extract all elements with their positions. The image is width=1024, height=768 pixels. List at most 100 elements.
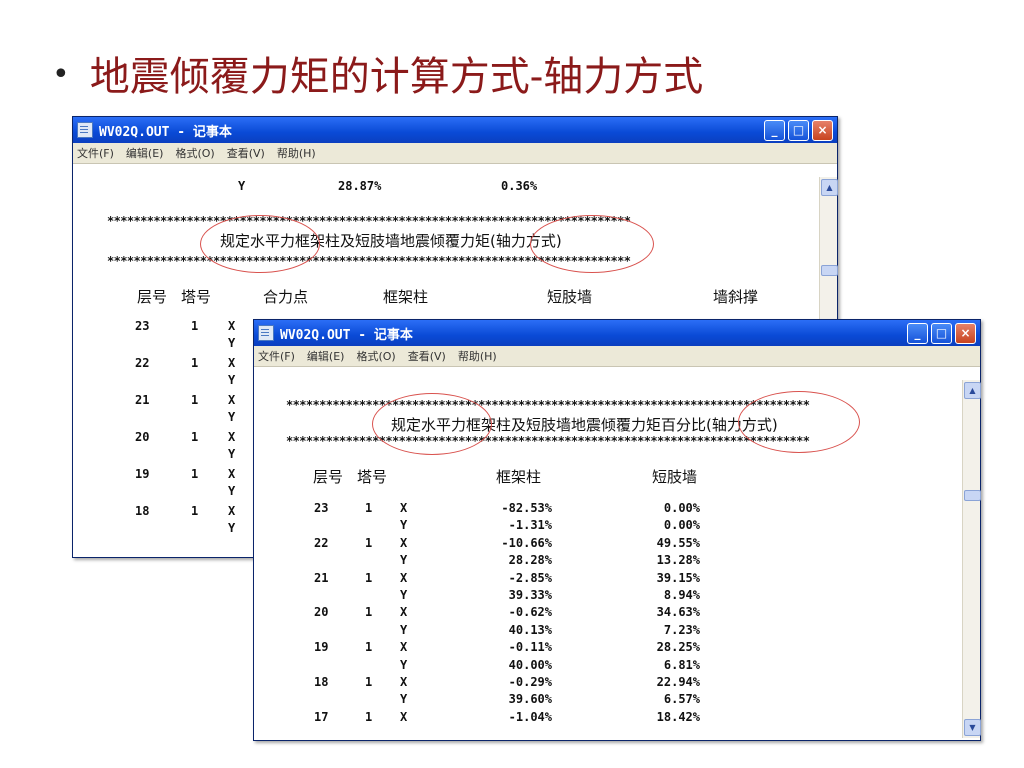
close-button[interactable]: × bbox=[812, 119, 833, 141]
notepad-icon bbox=[77, 122, 93, 138]
menu-file[interactable]: 文件(F) bbox=[77, 145, 114, 161]
row-tower: 1 bbox=[191, 319, 199, 333]
row-frame-value: -1.31% bbox=[508, 518, 552, 533]
row-dir-x: X bbox=[228, 504, 236, 518]
annotation-oval bbox=[738, 391, 860, 453]
row-tower: 1 bbox=[365, 605, 373, 620]
menu-bar: 文件(F) 编辑(E) 格式(O) 查看(V) 帮助(H) bbox=[73, 143, 837, 164]
row-floor: 22 bbox=[135, 356, 150, 370]
col-frame: 框架柱 bbox=[383, 288, 429, 306]
scroll-up-button[interactable]: ▲ bbox=[821, 179, 838, 196]
col-floor: 层号 bbox=[137, 288, 168, 306]
row-dir: Y bbox=[400, 657, 408, 672]
notepad-icon bbox=[258, 325, 274, 341]
minimize-button[interactable]: _ bbox=[907, 322, 928, 344]
row-floor: 19 bbox=[135, 467, 150, 481]
close-button[interactable]: × bbox=[955, 322, 976, 344]
col-wallbrace: 墙斜撑 bbox=[713, 288, 759, 306]
scroll-up-button[interactable]: ▲ bbox=[964, 382, 981, 399]
row-frame-value: -2.85% bbox=[508, 570, 552, 585]
row-floor: 20 bbox=[135, 430, 150, 444]
row-dir: Y bbox=[400, 518, 408, 533]
row-dir-x: X bbox=[228, 393, 236, 407]
minimize-button[interactable]: _ bbox=[764, 119, 785, 141]
row-dir-y: Y bbox=[228, 336, 236, 350]
row-shortwall-value: 39.15% bbox=[656, 570, 700, 585]
row-dir: Y bbox=[400, 553, 408, 568]
row-floor: 18 bbox=[314, 675, 329, 689]
menu-format[interactable]: 格式(O) bbox=[356, 348, 395, 364]
separator-stars: ****************************************… bbox=[286, 434, 810, 448]
row-frame-value: 39.33% bbox=[508, 588, 552, 602]
row-dir-y: Y bbox=[228, 410, 236, 424]
row-floor: 23 bbox=[135, 319, 150, 333]
title-bar[interactable]: WV02Q.OUT - 记事本 _ □ × bbox=[254, 320, 980, 346]
vertical-scrollbar[interactable]: ▲ ▼ bbox=[962, 380, 981, 738]
row-dir-y: Y bbox=[228, 484, 236, 498]
row-dir: X bbox=[400, 709, 408, 724]
row-shortwall-value: 49.55% bbox=[656, 535, 700, 550]
scroll-down-button[interactable]: ▼ bbox=[964, 719, 981, 736]
top-row-a: 28.87% bbox=[338, 179, 382, 193]
title-bar[interactable]: WV02Q.OUT - 记事本 _ □ × bbox=[73, 117, 837, 143]
menu-file[interactable]: 文件(F) bbox=[258, 348, 295, 364]
row-dir-y: Y bbox=[228, 447, 236, 461]
row-tower: 1 bbox=[365, 709, 373, 724]
col-floor: 层号 bbox=[313, 468, 344, 486]
row-dir: Y bbox=[400, 692, 408, 707]
row-tower: 1 bbox=[191, 504, 199, 518]
row-dir: X bbox=[400, 570, 408, 585]
notepad-window-front[interactable]: WV02Q.OUT - 记事本 _ □ × 文件(F) 编辑(E) 格式(O) … bbox=[253, 319, 981, 741]
menu-view[interactable]: 查看(V) bbox=[227, 145, 265, 161]
row-tower: 1 bbox=[365, 675, 373, 689]
row-floor: 22 bbox=[314, 535, 329, 550]
row-dir-x: X bbox=[228, 319, 236, 333]
menu-help[interactable]: 帮助(H) bbox=[458, 348, 497, 364]
menu-view[interactable]: 查看(V) bbox=[408, 348, 446, 364]
row-dir-x: X bbox=[228, 467, 236, 481]
row-floor: 21 bbox=[135, 393, 150, 407]
slide-title-text: 地震倾覆力矩的计算方式-轴力方式 bbox=[89, 54, 704, 100]
col-tower: 塔号 bbox=[181, 288, 212, 306]
row-frame-value: 40.00% bbox=[508, 657, 552, 672]
row-dir: X bbox=[400, 501, 408, 515]
row-floor: 18 bbox=[135, 504, 150, 518]
row-shortwall-value: 34.63% bbox=[656, 605, 700, 620]
row-shortwall-value: 0.00% bbox=[663, 518, 700, 533]
row-frame-value: 28.28% bbox=[508, 553, 552, 568]
col-tower: 塔号 bbox=[357, 468, 388, 486]
annotation-oval bbox=[372, 393, 492, 455]
row-floor: 19 bbox=[314, 640, 329, 655]
scroll-thumb[interactable] bbox=[821, 265, 838, 276]
row-dir: X bbox=[400, 535, 408, 550]
menu-format[interactable]: 格式(O) bbox=[175, 145, 214, 161]
row-dir: Y bbox=[400, 622, 408, 637]
row-shortwall-value: 0.00% bbox=[663, 501, 700, 515]
row-tower: 1 bbox=[365, 501, 373, 515]
col-resultant: 合力点 bbox=[263, 288, 309, 306]
maximize-button[interactable]: □ bbox=[788, 119, 809, 141]
row-tower: 1 bbox=[191, 393, 199, 407]
row-shortwall-value: 28.25% bbox=[656, 640, 700, 655]
row-shortwall-value: 8.94% bbox=[663, 588, 700, 602]
row-dir: Y bbox=[400, 588, 408, 602]
row-tower: 1 bbox=[365, 535, 373, 550]
row-floor: 20 bbox=[314, 605, 329, 620]
row-shortwall-value: 6.81% bbox=[663, 657, 700, 672]
row-tower: 1 bbox=[365, 640, 373, 655]
row-dir-x: X bbox=[228, 356, 236, 370]
row-tower: 1 bbox=[191, 467, 199, 481]
row-tower: 1 bbox=[365, 570, 373, 585]
row-tower: 1 bbox=[191, 430, 199, 444]
scroll-thumb[interactable] bbox=[964, 490, 981, 501]
menu-help[interactable]: 帮助(H) bbox=[277, 145, 316, 161]
row-frame-value: -0.29% bbox=[508, 675, 552, 689]
row-dir-x: X bbox=[228, 430, 236, 444]
menu-edit[interactable]: 编辑(E) bbox=[126, 145, 164, 161]
row-dir: X bbox=[400, 675, 408, 689]
menu-edit[interactable]: 编辑(E) bbox=[307, 348, 345, 364]
row-dir-y: Y bbox=[228, 521, 236, 535]
row-frame-value: 39.60% bbox=[508, 692, 552, 707]
maximize-button[interactable]: □ bbox=[931, 322, 952, 344]
row-shortwall-value: 13.28% bbox=[656, 553, 700, 568]
